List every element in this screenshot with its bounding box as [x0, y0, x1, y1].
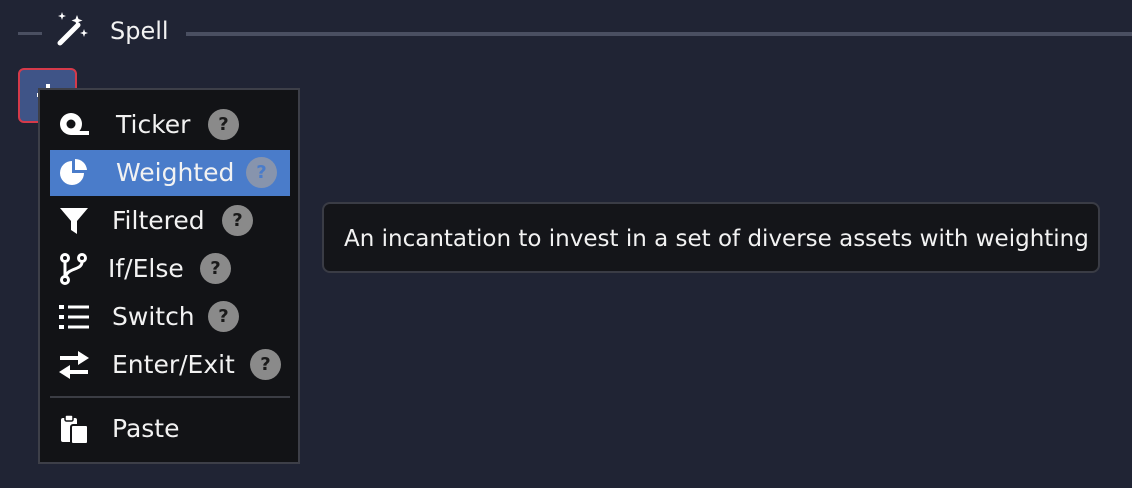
list-icon	[59, 305, 89, 329]
tooltip-text: An incantation to invest in a set of div…	[344, 226, 1089, 252]
menu-item-label: Filtered	[112, 206, 205, 235]
menu-item-label: Ticker	[116, 110, 191, 139]
menu-item-enter-exit[interactable]: Enter/Exit ?	[50, 342, 290, 388]
description-tooltip: An incantation to invest in a set of div…	[322, 202, 1100, 273]
menu-item-filtered[interactable]: Filtered ?	[50, 198, 290, 244]
help-icon[interactable]: ?	[208, 301, 239, 332]
code-branch-icon	[60, 253, 87, 285]
help-icon[interactable]: ?	[246, 157, 277, 188]
menu-item-label: Switch	[112, 302, 195, 331]
menu-item-paste[interactable]: Paste	[50, 406, 290, 452]
header-divider-left	[18, 32, 42, 35]
menu-item-switch[interactable]: Switch ?	[50, 294, 290, 340]
help-icon[interactable]: ?	[208, 109, 239, 140]
add-block-menu: Ticker ? Weighted ? Filtered ? If/Else ?	[38, 88, 300, 464]
menu-item-if-else[interactable]: If/Else ?	[50, 246, 290, 292]
arrows-left-right-icon	[59, 351, 89, 379]
spell-section-header: Spell	[0, 8, 1132, 58]
filter-funnel-icon	[60, 208, 88, 234]
menu-item-label: Weighted	[116, 158, 235, 187]
ticker-tape-icon	[60, 113, 89, 135]
paste-clipboard-icon	[61, 414, 89, 445]
help-icon[interactable]: ?	[200, 253, 231, 284]
menu-item-label: Paste	[112, 414, 180, 443]
menu-item-weighted[interactable]: Weighted ?	[50, 150, 290, 196]
help-icon[interactable]: ?	[250, 349, 281, 380]
section-title: Spell	[110, 17, 169, 45]
menu-item-label: Enter/Exit	[112, 350, 235, 379]
menu-item-label: If/Else	[108, 254, 184, 283]
magic-wand-sparkles-icon	[57, 12, 88, 46]
pie-chart-icon	[60, 158, 87, 185]
menu-divider	[50, 396, 290, 398]
help-icon[interactable]: ?	[222, 205, 253, 236]
menu-item-ticker[interactable]: Ticker ?	[50, 102, 290, 148]
header-divider-right	[186, 32, 1132, 36]
